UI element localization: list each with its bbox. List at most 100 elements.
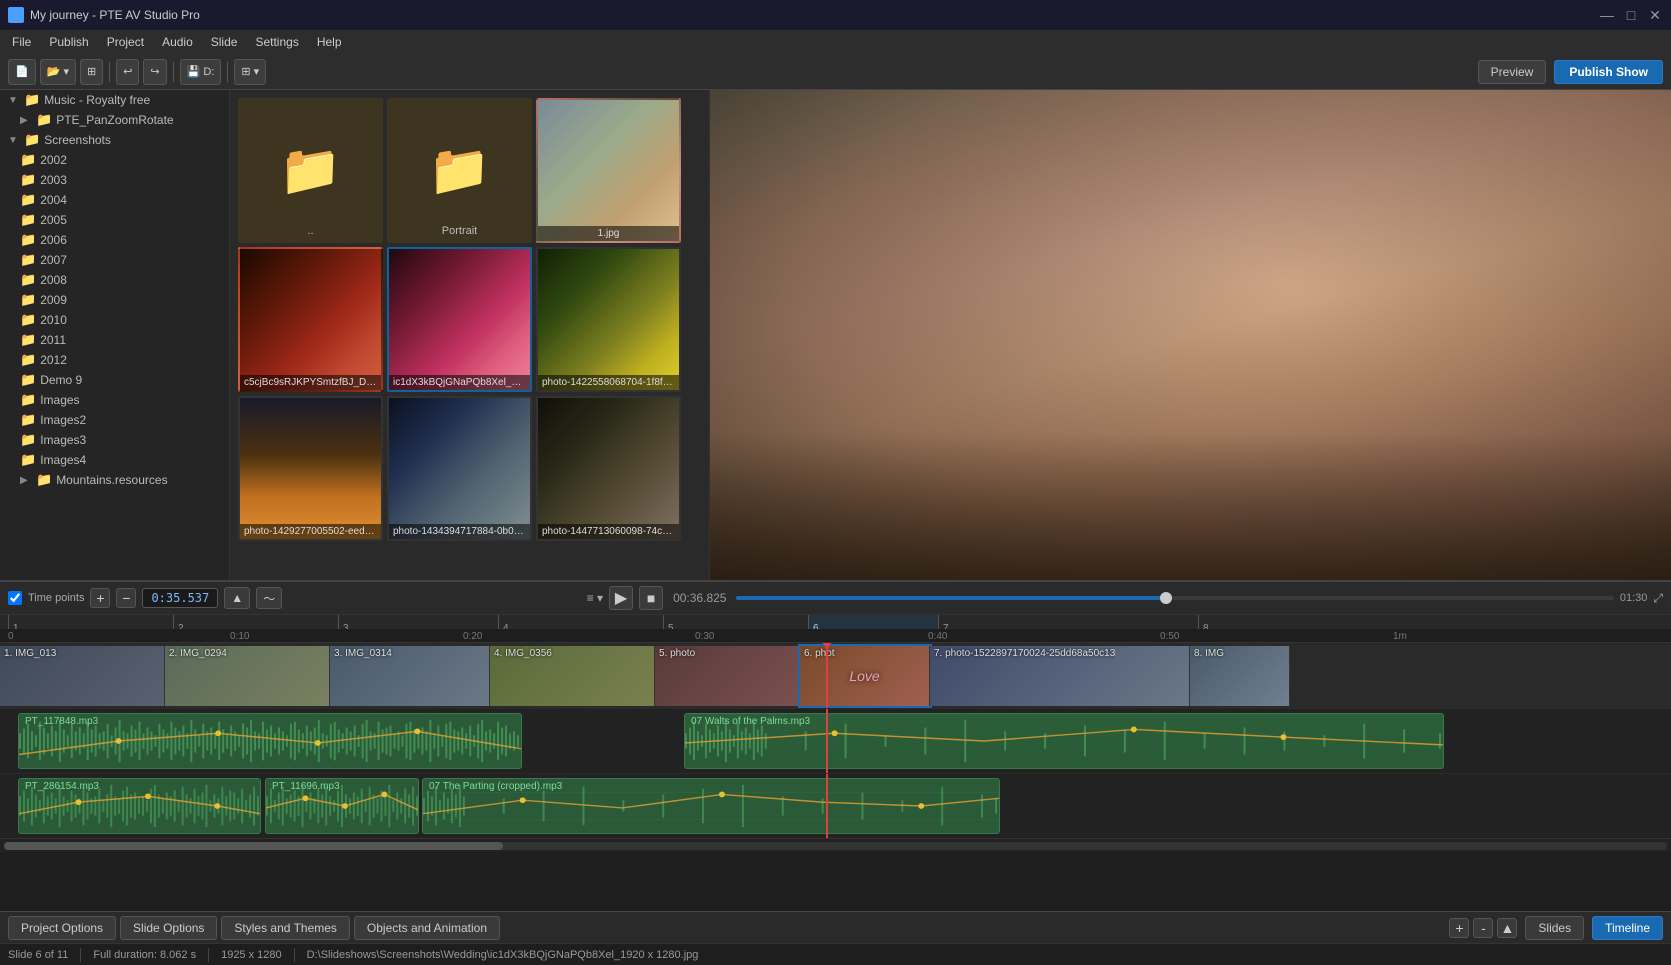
menu-project[interactable]: Project (99, 33, 152, 51)
wave-button[interactable]: 〜 (256, 587, 282, 609)
sidebar-item-2002[interactable]: 📁 2002 (0, 150, 229, 170)
audio-clip-walts[interactable]: 07 Walts of the Palms.mp3 (684, 713, 1444, 769)
project-options-button[interactable]: Project Options (8, 916, 116, 940)
playback-time: 00:36.825 (673, 591, 726, 605)
file-image-photo1429[interactable]: photo-1429277005502-eed8e... (238, 396, 383, 541)
zoom-plus-button[interactable]: + (1449, 918, 1469, 938)
sidebar-item-2009[interactable]: 📁 2009 (0, 290, 229, 310)
open-button[interactable]: 📂 ▾ (40, 59, 76, 85)
sidebar-label-images: Images (40, 393, 79, 407)
file-image-1jpg[interactable]: 1.jpg (536, 98, 681, 243)
slide-label-5: 5. photo (659, 648, 695, 659)
file-folder-portrait[interactable]: 📁 Portrait (387, 98, 532, 243)
slide-label-8: 8. IMG (1194, 648, 1224, 659)
minimize-button[interactable]: — (1599, 7, 1615, 23)
sidebar-item-images3[interactable]: 📁 Images3 (0, 430, 229, 450)
menu-file[interactable]: File (4, 33, 39, 51)
sidebar-item-2005[interactable]: 📁 2005 (0, 210, 229, 230)
timeline-scrollbar[interactable] (0, 838, 1671, 852)
sidebar-item-2008[interactable]: 📁 2008 (0, 270, 229, 290)
title-bar-controls[interactable]: — □ ✕ (1599, 7, 1663, 23)
sidebar-item-images[interactable]: 📁 Images (0, 390, 229, 410)
bottom-toolbar: Project Options Slide Options Styles and… (0, 911, 1671, 943)
file-label-photo1447: photo-1447713060098-74c4e... (538, 524, 679, 539)
scrollbar-thumb[interactable] (4, 842, 503, 850)
redo-button[interactable]: ↪ (143, 59, 166, 85)
save-button[interactable]: ⊞ (80, 59, 103, 85)
sidebar-item-mountains[interactable]: ▶ 📁 Mountains.resources (0, 470, 229, 490)
sidebar-item-2010[interactable]: 📁 2010 (0, 310, 229, 330)
new-button[interactable]: 📄 (8, 59, 36, 85)
timepoint-remove-button[interactable]: − (116, 588, 136, 608)
fullscreen-button[interactable]: ⤢ (1653, 591, 1663, 606)
file-image-c5cj[interactable]: c5cjBc9sRJKPYSmtzfBJ_DSC_... (238, 247, 383, 392)
scrub-thumb[interactable] (1160, 592, 1172, 604)
slide-options-button[interactable]: Slide Options (120, 916, 217, 940)
folder-icon: 📁 (20, 412, 36, 428)
maximize-button[interactable]: □ (1623, 7, 1639, 23)
timeline-view-button[interactable]: Timeline (1592, 916, 1663, 940)
slide-item-3[interactable]: 3. IMG_0314 (330, 646, 490, 706)
audio-clip-pt286154[interactable]: PT_286154.mp3 (18, 778, 261, 834)
sidebar-item-2004[interactable]: 📁 2004 (0, 190, 229, 210)
slide-item-6[interactable]: 6. phot Love (800, 646, 930, 706)
audio-clip-pt117848[interactable]: PT_117848.mp3 (18, 713, 522, 769)
scrollbar-track[interactable] (4, 842, 1667, 850)
sidebar-item-2007[interactable]: 📁 2007 (0, 250, 229, 270)
slide-item-2[interactable]: 2. IMG_0294 (165, 646, 330, 706)
sidebar-label-images2: Images2 (40, 413, 86, 427)
zoom-minus-button[interactable]: - (1473, 918, 1493, 938)
audio-clip-pt11696[interactable]: PT_11696.mp3 (265, 778, 419, 834)
publish-show-button[interactable]: Publish Show (1554, 60, 1663, 84)
menu-help[interactable]: Help (309, 33, 350, 51)
toolbar-left: 📄 📂 ▾ ⊞ ↩ ↪ 💾 D: ⊞ ▾ (8, 59, 266, 85)
slide-item-1[interactable]: 1. IMG_013 (0, 646, 165, 706)
file-image-photo1447[interactable]: photo-1447713060098-74c4e... (536, 396, 681, 541)
play-button[interactable]: ▶ (609, 586, 633, 610)
file-image-photo1434[interactable]: photo-1434394717884-0b03b... (387, 396, 532, 541)
sidebar-item-2003[interactable]: 📁 2003 (0, 170, 229, 190)
scrub-bar[interactable] (736, 596, 1613, 600)
timepoint-add-button[interactable]: + (90, 588, 110, 608)
sidebar-item-images4[interactable]: 📁 Images4 (0, 450, 229, 470)
audio-clip-parting[interactable]: 07 The Parting (cropped).mp3 (422, 778, 1000, 834)
slides-view-button[interactable]: Slides (1525, 916, 1584, 940)
styles-themes-button[interactable]: Styles and Themes (221, 916, 350, 940)
view-button[interactable]: ⊞ ▾ (234, 59, 266, 85)
slide-item-5[interactable]: 5. photo (655, 646, 800, 706)
file-label-photo1422: photo-1422558068704-1f8f06... (538, 375, 679, 390)
sidebar-label-2011: 2011 (40, 333, 66, 347)
stop-button[interactable]: ■ (639, 586, 663, 610)
sidebar-item-pte[interactable]: ▶ 📁 PTE_PanZoomRotate (0, 110, 229, 130)
drive-button[interactable]: 💾 D: (180, 59, 222, 85)
slide-item-7[interactable]: 7. photo-1522897170024-25dd68a50c13 (930, 646, 1190, 706)
sidebar-label-screenshots: Screenshots (44, 133, 111, 147)
file-image-photo1422[interactable]: photo-1422558068704-1f8f06... (536, 247, 681, 392)
preview-button[interactable]: Preview (1478, 60, 1547, 84)
time-up-button[interactable]: ▲ (224, 587, 250, 609)
playhead-arrow (821, 642, 833, 649)
slide-item-8[interactable]: 8. IMG (1190, 646, 1290, 706)
menu-settings[interactable]: Settings (247, 33, 306, 51)
menu-slide[interactable]: Slide (203, 33, 246, 51)
sidebar-item-screenshots[interactable]: ▼ 📁 Screenshots (0, 130, 229, 150)
timepoints-checkbox[interactable] (8, 591, 22, 605)
zoom-triangle-button[interactable]: ▲ (1497, 918, 1517, 938)
sidebar-item-2006[interactable]: 📁 2006 (0, 230, 229, 250)
sidebar-item-2012[interactable]: 📁 2012 (0, 350, 229, 370)
menu-publish[interactable]: Publish (41, 33, 96, 51)
file-nav-up[interactable]: 📁 .. (238, 98, 383, 243)
file-image-ic1d[interactable]: ic1dX3kBQjGNaPQb8Xel_192... (387, 247, 532, 392)
sidebar-item-demo9[interactable]: 📁 Demo 9 (0, 370, 229, 390)
close-button[interactable]: ✕ (1647, 7, 1663, 23)
timeline-menu-button[interactable]: ≡ ▾ (587, 591, 603, 605)
sidebar-item-2011[interactable]: 📁 2011 (0, 330, 229, 350)
sidebar-label-2007: 2007 (40, 253, 67, 267)
objects-animation-button[interactable]: Objects and Animation (354, 916, 500, 940)
sidebar-item-music[interactable]: ▼ 📁 Music - Royalty free (0, 90, 229, 110)
undo-button[interactable]: ↩ (116, 59, 139, 85)
sidebar-item-images2[interactable]: 📁 Images2 (0, 410, 229, 430)
title-bar-left: My journey - PTE AV Studio Pro (8, 7, 200, 23)
menu-audio[interactable]: Audio (154, 33, 201, 51)
slide-item-4[interactable]: 4. IMG_0356 (490, 646, 655, 706)
